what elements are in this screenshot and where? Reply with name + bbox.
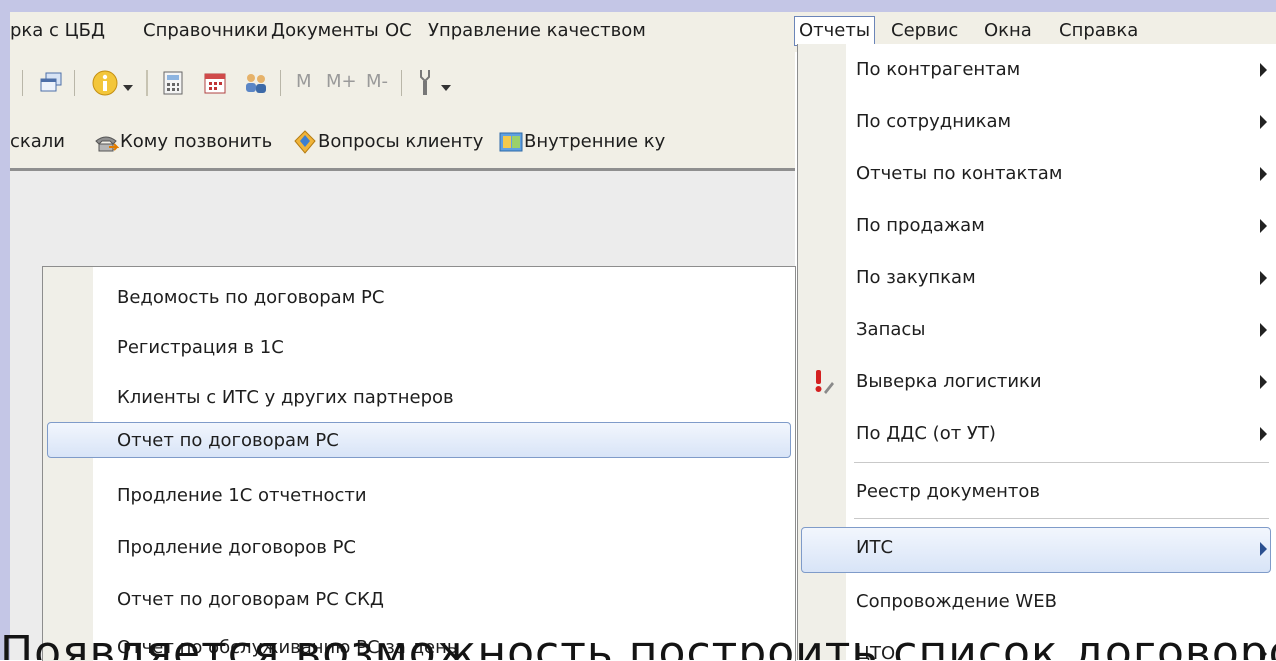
reports-item-web-support[interactable]: Сопровождение WEB [798,576,1276,628]
menu-help[interactable]: Справка [1059,19,1138,43]
reports-item-documents-registry[interactable]: Реестр документов [798,466,1276,518]
submenu-arrow-icon [1260,115,1267,129]
toolbar-quick-actions: скали Кому позвонить Вопросы клиенту Вну… [10,116,795,171]
reports-item-by-sales[interactable]: По продажам [798,200,1276,252]
toolbar-grip [146,70,148,96]
submenu-arrow-icon [1260,375,1267,389]
submenu-item-label: Продление 1С отчетности [117,485,367,506]
reports-item-by-counterparties[interactable]: По контрагентам [798,44,1276,96]
calendar-icon[interactable] [202,70,228,96]
users-icon[interactable] [242,70,270,96]
submenu-item-label: Отчет по договорам РС СКД [117,589,384,610]
reports-item-label: По закупкам [856,267,976,288]
submenu-item-1c-registration[interactable]: Регистрация в 1С [43,325,795,375]
alert-wrench-icon [815,370,834,394]
menu-documents[interactable]: Документы [271,19,379,43]
reports-item-label: Запасы [856,319,926,340]
submenu-item-label: Регистрация в 1С [117,337,284,358]
toolbar-separator [22,70,23,96]
slide-border-top [0,0,1276,12]
phone-icon[interactable] [93,131,119,155]
chevron-down-icon[interactable] [440,84,452,92]
toolbar-main: M M+ M- [10,52,795,116]
reports-item-cash-flow[interactable]: По ДДС (от УТ) [798,408,1276,460]
submenu-item-label: Клиенты с ИТС у других партнеров [117,387,454,408]
reports-item-contact-reports[interactable]: Отчеты по контактам [798,148,1276,200]
submenu-item-rs-contracts-statement[interactable]: Ведомость по договорам РС [43,275,795,325]
calculator-icon[interactable] [160,70,186,96]
reports-dropdown: По контрагентам По сотрудникам Отчеты по… [797,44,1276,660]
toolbar-separator [401,70,402,96]
submenu-item-label: Отчет по договорам РС [117,430,339,451]
menu-windows[interactable]: Окна [984,19,1032,43]
reports-item-label: Сопровождение WEB [856,591,1057,612]
memory-m-button[interactable]: M [296,71,312,92]
menu-os[interactable]: ОС [385,19,412,43]
reports-item-label: ИТС [856,537,894,558]
reports-item-label: Отчеты по контактам [856,163,1063,184]
menu-separator [854,462,1269,463]
quick-action-partial[interactable]: скали [10,131,65,152]
reports-item-logistics-reconciliation[interactable]: Выверка логистики [798,356,1276,408]
submenu-item-rs-contracts-report[interactable]: Отчет по договорам РС [43,419,795,469]
menu-service[interactable]: Сервис [891,19,958,43]
its-submenu: Ведомость по договорам РС Регистрация в … [42,266,796,661]
submenu-arrow-icon [1260,167,1267,181]
reports-item-label: По сотрудникам [856,111,1012,132]
submenu-arrow-icon [1260,63,1267,77]
toolbar-separator [74,70,75,96]
client-questions-button[interactable]: Вопросы клиенту [318,131,483,152]
reports-item-stock[interactable]: Запасы [798,304,1276,356]
reports-item-by-purchases[interactable]: По закупкам [798,252,1276,304]
windows-icon[interactable] [38,70,64,96]
chevron-down-icon[interactable] [122,84,134,92]
internal-courses-button[interactable]: Внутренние ку [524,131,665,152]
submenu-item-clients-with-its-other-partners[interactable]: Клиенты с ИТС у других партнеров [43,375,795,425]
who-to-call-button[interactable]: Кому позвонить [120,131,272,152]
slide-caption: Появляется возможность построить список … [0,635,1276,660]
submenu-arrow-icon [1260,427,1267,441]
reports-item-label: Реестр документов [856,481,1041,502]
questions-icon[interactable] [293,129,317,155]
submenu-arrow-icon [1260,271,1267,285]
memory-plus-button[interactable]: M+ [326,71,357,92]
menu-reports[interactable]: Отчеты [794,16,876,46]
slide-caption-text: Появляется возможность построить список … [0,635,1276,660]
menu-separator [854,518,1269,519]
submenu-arrow-icon [1260,219,1267,233]
submenu-item-label: Ведомость по договорам РС [117,287,385,308]
menu-directories[interactable]: Справочники [143,19,268,43]
reports-item-its[interactable]: ИТС [798,524,1276,576]
submenu-arrow-icon [1260,542,1267,556]
submenu-item-rs-contracts-renewal[interactable]: Продление договоров РС [43,525,795,575]
reports-item-by-employees[interactable]: По сотрудникам [798,96,1276,148]
reports-item-label: По контрагентам [856,59,1021,80]
submenu-arrow-icon [1260,323,1267,337]
memory-minus-button[interactable]: M- [366,71,388,92]
submenu-item-label: Продление договоров РС [117,537,357,558]
reports-item-label: Выверка логистики [856,371,1042,392]
info-icon[interactable] [90,68,120,98]
reports-item-label: По ДДС (от УТ) [856,423,996,444]
internal-courses-icon[interactable] [498,130,524,154]
settings-tools-icon[interactable] [414,68,436,98]
menu-cbd-exchange[interactable]: рка с ЦБД [10,19,105,43]
slide-border-left [0,0,10,660]
submenu-item-rs-contracts-report-skd[interactable]: Отчет по договорам РС СКД [43,577,795,627]
submenu-item-1c-reporting-renewal[interactable]: Продление 1С отчетности [43,473,795,523]
reports-item-label: По продажам [856,215,985,236]
menu-quality-management[interactable]: Управление качеством [428,19,646,43]
toolbar-separator [280,70,281,96]
